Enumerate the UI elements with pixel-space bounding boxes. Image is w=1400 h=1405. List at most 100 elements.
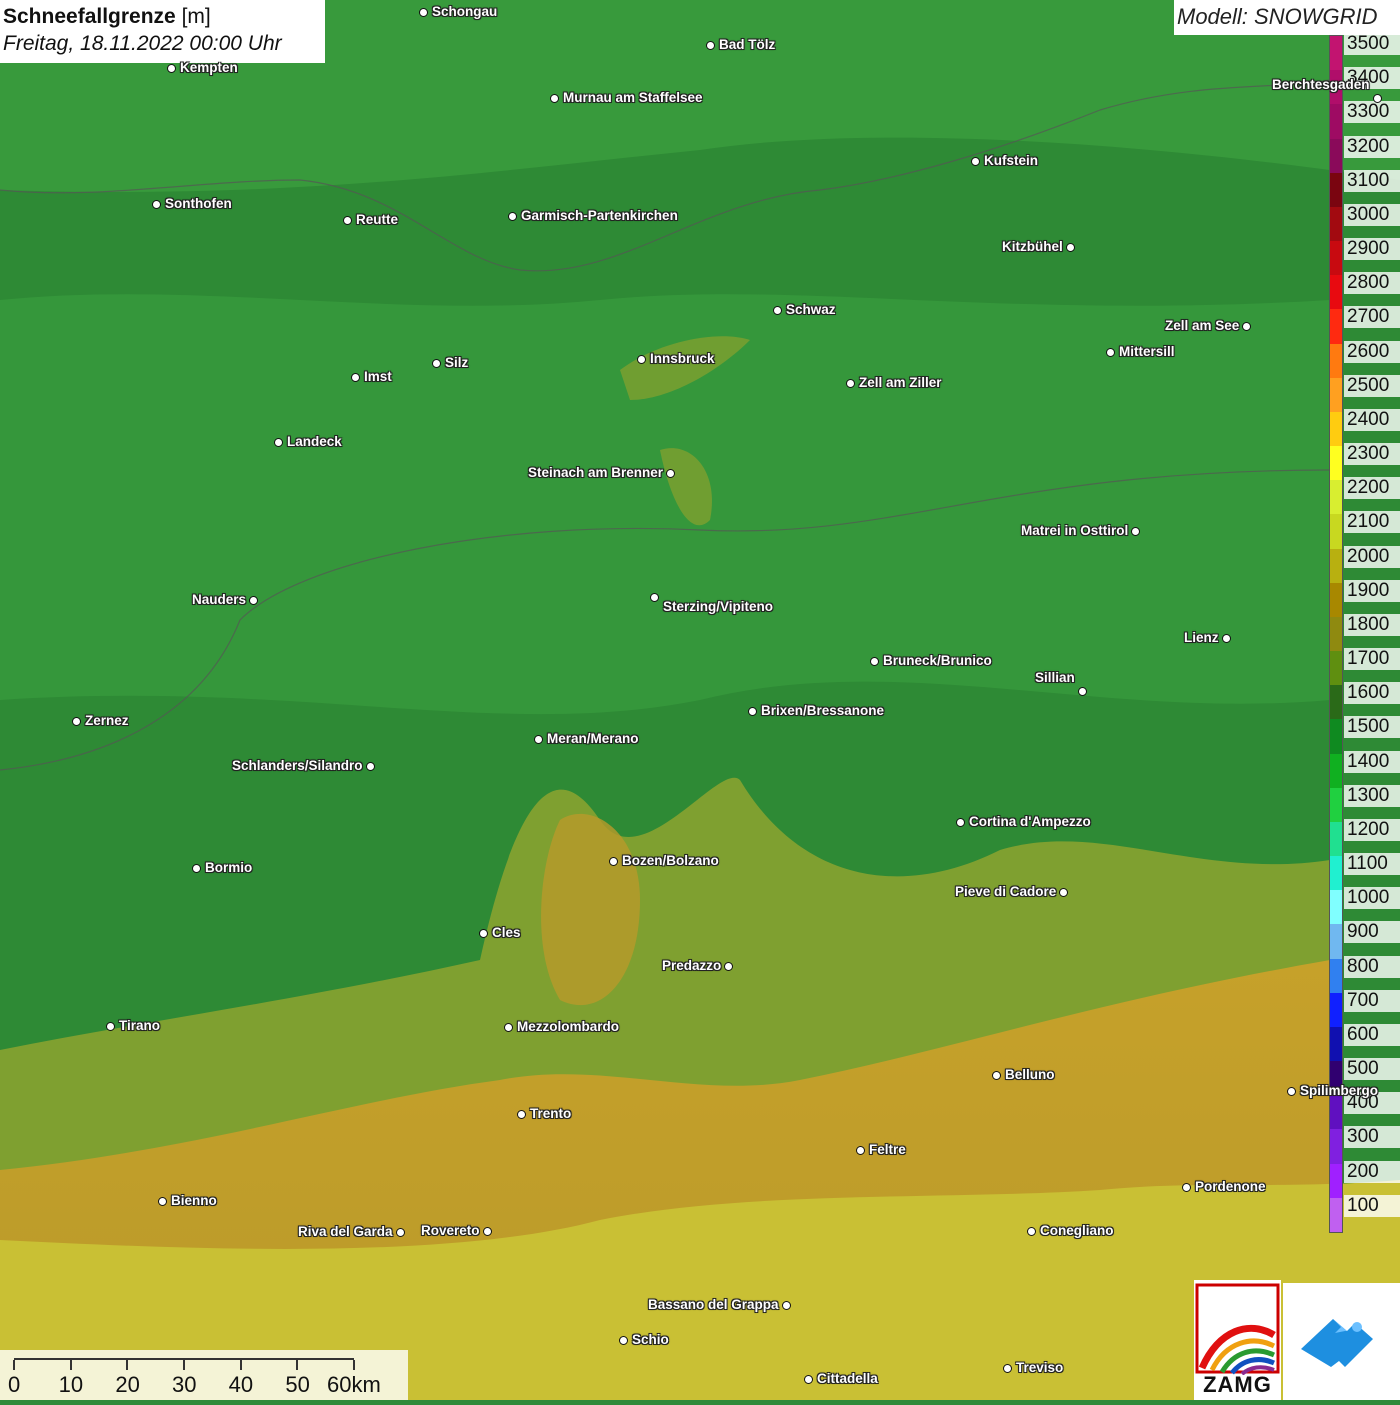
scale-label: 60km [327, 1372, 381, 1397]
city-label: Bad Tölz [719, 37, 776, 52]
city-marker [748, 707, 757, 716]
city-label: Sillian [1035, 670, 1075, 685]
city-marker [956, 818, 965, 827]
legend-swatch [1330, 992, 1342, 1028]
app-logo[interactable] [1283, 1283, 1400, 1400]
legend-label: 2300 [1344, 443, 1400, 466]
legend-swatch [1330, 446, 1342, 481]
city-label: Pordenone [1195, 1179, 1266, 1194]
color-legend: 3500 3400 3300 3200 3100 3000 2900 2800 2700 2600… [1329, 33, 1400, 1235]
city-marker [396, 1228, 405, 1237]
city-marker [1027, 1227, 1036, 1236]
legend-swatch [1330, 36, 1342, 71]
scale-tick [126, 1360, 129, 1370]
city-marker [1066, 243, 1075, 252]
city-label: Riva del Garda [298, 1224, 393, 1239]
legend-label: 1600 [1344, 682, 1400, 705]
city-label: Steinach am Brenner [528, 465, 664, 480]
legend-label: 1200 [1344, 818, 1400, 841]
city-label: Belluno [1005, 1067, 1055, 1082]
legend-label: 2800 [1344, 272, 1400, 295]
legend-label: 1700 [1344, 648, 1400, 671]
legend-swatch [1330, 172, 1342, 208]
map-title: Schneefallgrenze [m] [3, 5, 211, 28]
legend-swatch [1330, 206, 1342, 242]
city-label: Tirano [119, 1018, 161, 1033]
scale-label: 0 [8, 1372, 21, 1397]
city-marker [479, 929, 488, 938]
city-marker [1003, 1364, 1012, 1373]
legend-label: 1100 [1344, 853, 1400, 876]
city-marker [249, 596, 258, 605]
legend-label: 2900 [1344, 238, 1400, 261]
legend-swatch [1330, 138, 1342, 174]
legend-swatch [1330, 787, 1342, 823]
city-label: Bassano del Grappa [648, 1297, 779, 1312]
legend-swatch [1330, 753, 1342, 789]
legend-swatch [1330, 958, 1342, 994]
city-label: Mezzolombardo [517, 1019, 620, 1034]
city-marker [609, 857, 618, 866]
city-label: Mittersill [1119, 344, 1175, 359]
app-mountain-icon [1301, 1319, 1373, 1367]
legend-label: 2000 [1344, 545, 1400, 568]
city-label: Nauders [192, 592, 247, 607]
legend-swatch [1330, 104, 1342, 139]
legend-swatch [1330, 1095, 1342, 1130]
city-label: Berchtesgaden [1272, 77, 1370, 92]
city-marker [992, 1071, 1001, 1080]
city-marker [706, 41, 715, 50]
city-marker [782, 1301, 791, 1310]
city-label: Reutte [356, 212, 399, 227]
legend-label: 100 [1344, 1194, 1400, 1217]
city-marker [432, 359, 441, 368]
legend-swatch [1330, 821, 1342, 857]
legend-swatch [1330, 582, 1342, 618]
city-marker [152, 200, 161, 209]
legend-label: 800 [1344, 955, 1400, 978]
legend-swatch [1330, 685, 1342, 720]
legend-label: 1500 [1344, 716, 1400, 739]
city-marker [1078, 687, 1087, 696]
legend-swatch [1330, 241, 1342, 276]
city-marker [870, 657, 879, 666]
city-marker [504, 1023, 513, 1032]
city-label: Sterzing/Vipiteno [663, 599, 774, 614]
legend-label: 2100 [1344, 511, 1400, 534]
legend-swatch [1330, 411, 1342, 447]
city-label: Treviso [1016, 1360, 1064, 1375]
zamg-rainbow-icon [1195, 1283, 1280, 1376]
legend-label: 2200 [1344, 477, 1400, 500]
legend-label: 3100 [1344, 169, 1400, 192]
legend-label: 1300 [1344, 784, 1400, 807]
legend-label: 2700 [1344, 306, 1400, 329]
city-label: Bruneck/Brunico [883, 653, 992, 668]
city-marker [483, 1227, 492, 1236]
legend-label: 3300 [1344, 101, 1400, 124]
city-marker [856, 1146, 865, 1155]
city-label: Imst [364, 369, 392, 384]
city-marker [773, 306, 782, 315]
legend-label: 200 [1344, 1160, 1400, 1183]
legend-swatch [1330, 651, 1342, 686]
city-marker [517, 1110, 526, 1119]
zamg-logo[interactable]: ZAMG [1194, 1280, 1281, 1400]
city-label: Landeck [287, 434, 342, 449]
city-label: Lienz [1184, 630, 1219, 645]
scale-tick [183, 1360, 185, 1370]
legend-swatch [1330, 377, 1342, 413]
map-date: Freitag, 18.11.2022 00:00 Uhr [3, 32, 282, 55]
legend-swatch [1330, 275, 1342, 310]
legend-swatch [1330, 719, 1342, 755]
scale-bar [13, 1358, 355, 1370]
scale-label: 50 [285, 1372, 310, 1397]
city-label: Garmisch-Partenkirchen [521, 208, 678, 223]
city-label: Cles [492, 925, 521, 940]
city-label: Zell am Ziller [859, 375, 942, 390]
legend-swatch [1330, 1163, 1342, 1199]
city-marker [343, 216, 352, 225]
city-marker [971, 157, 980, 166]
scale-label: 40 [228, 1372, 254, 1397]
map-title-box: Schneefallgrenze [m] Freitag, 18.11.2022… [0, 0, 325, 63]
city-label: Silz [445, 355, 469, 370]
